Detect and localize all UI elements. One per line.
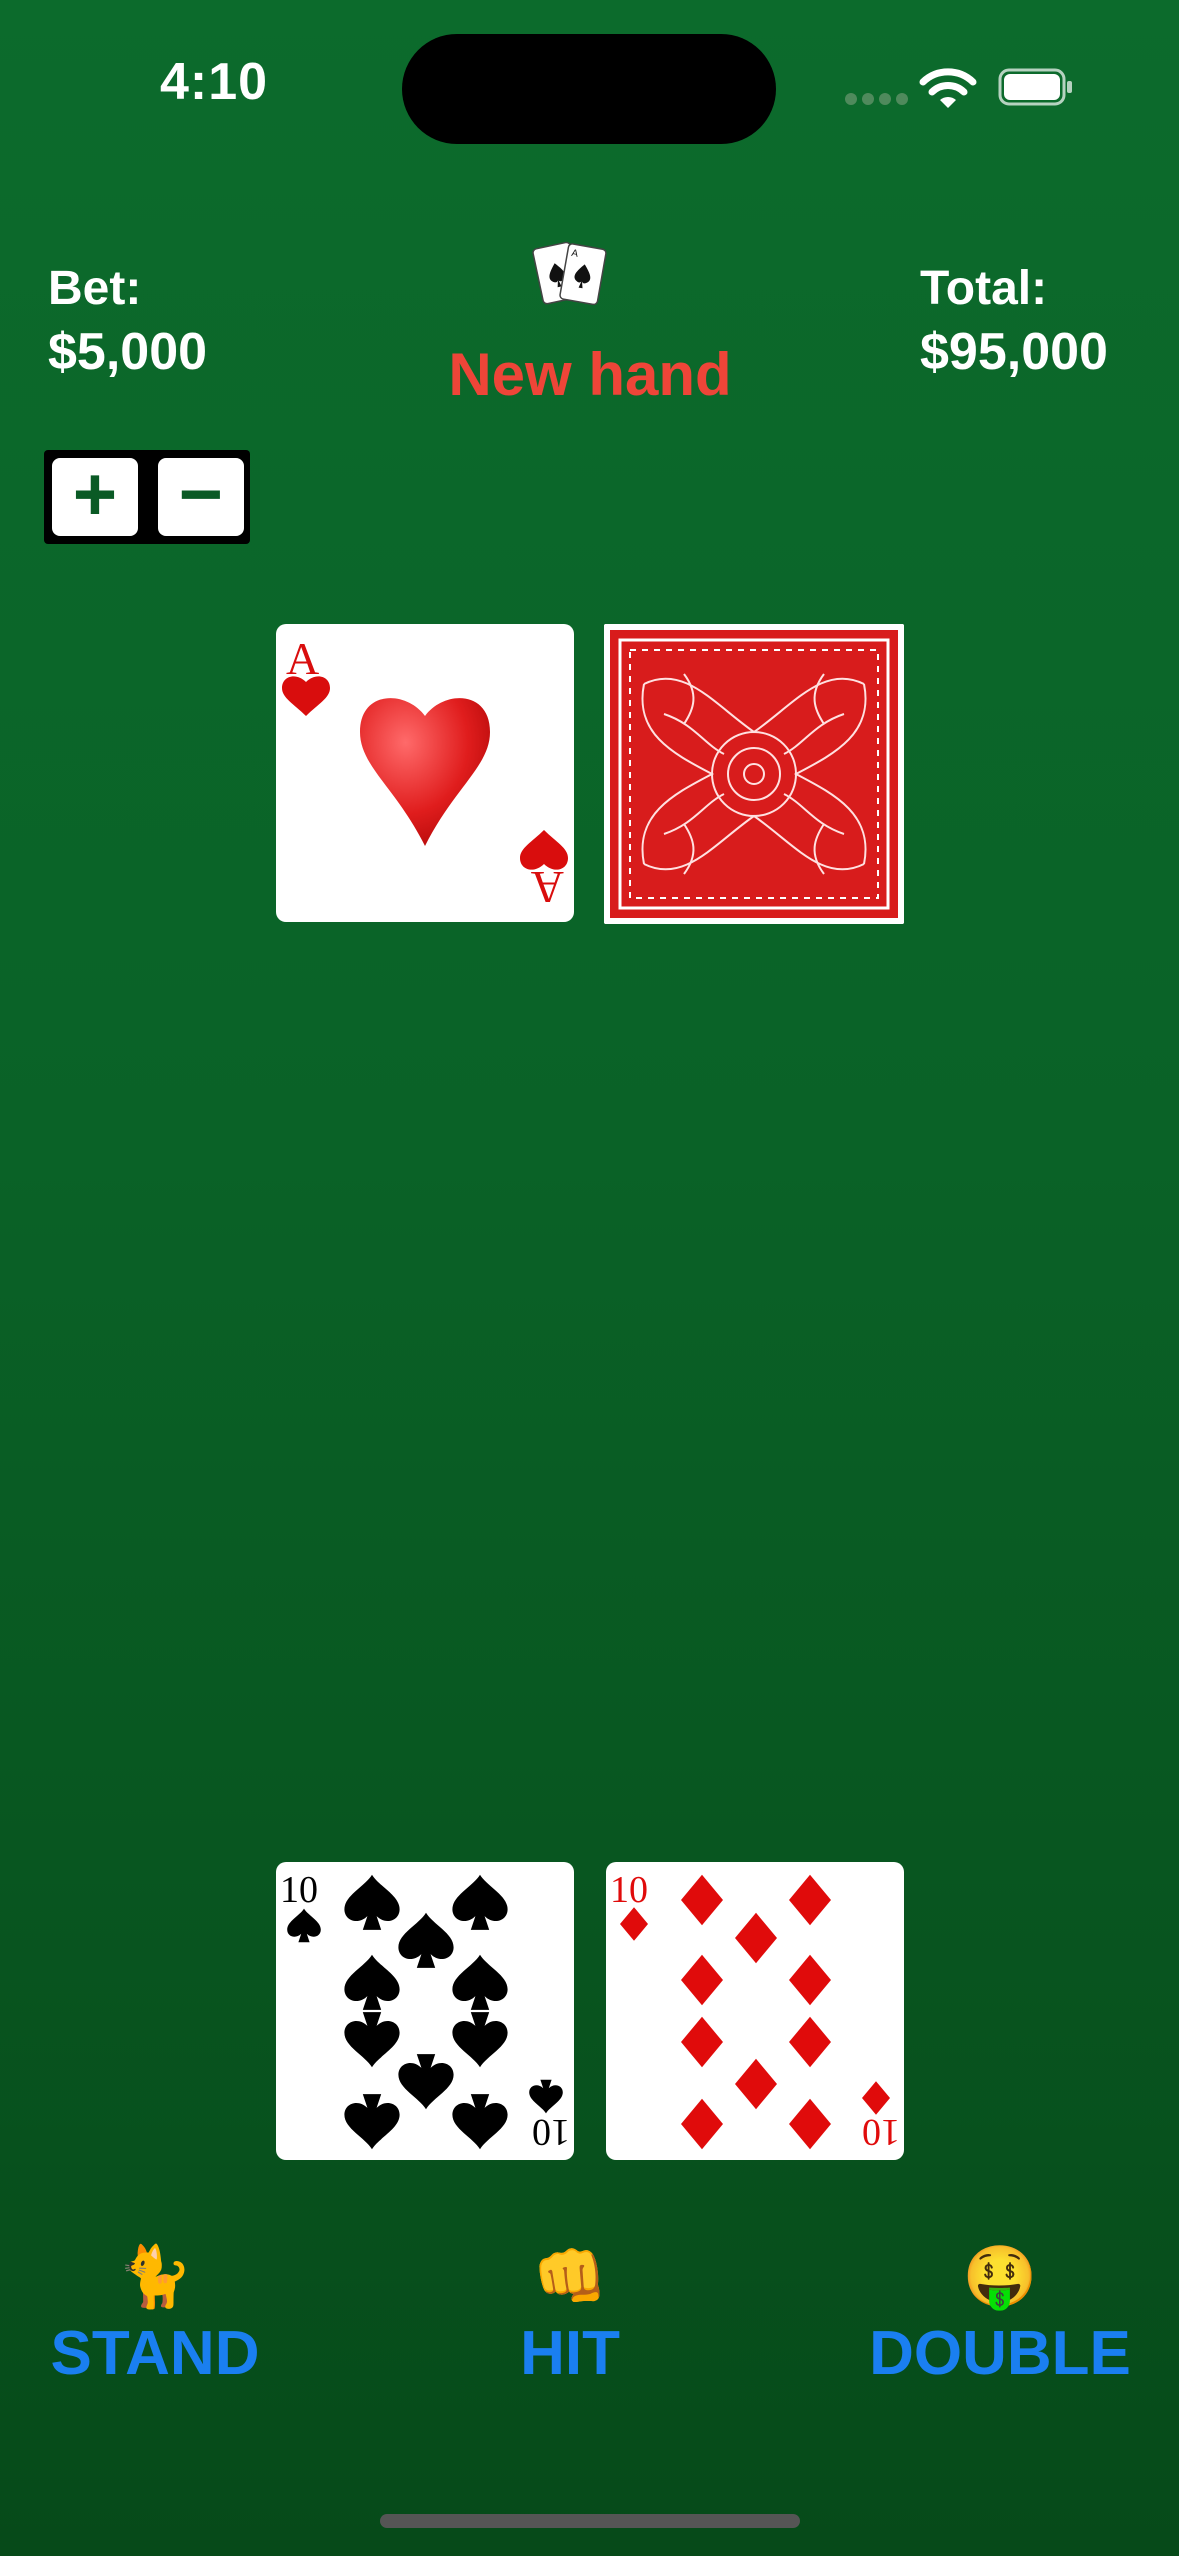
playing-cards-icon: A [532, 241, 607, 306]
hit-button[interactable]: 👊 HIT [470, 2242, 670, 2389]
stand-button[interactable]: 🐈 STAND [40, 2242, 270, 2389]
total-label: Total: [920, 262, 1048, 315]
battery-icon [998, 68, 1072, 106]
wifi-icon [919, 68, 977, 108]
home-indicator [380, 2514, 800, 2528]
hit-label: HIT [520, 2319, 620, 2388]
player-card-ten-of-diamonds: 10 10 [606, 1862, 904, 2160]
dynamic-island [402, 34, 776, 144]
decrease-bet-button[interactable]: − [158, 457, 244, 536]
double-label: DOUBLE [869, 2319, 1131, 2388]
svg-text:10: 10 [280, 1869, 318, 1911]
dealer-card-ace-of-hearts: A A [276, 624, 574, 922]
increase-bet-button[interactable]: + [52, 457, 138, 536]
svg-text:10: 10 [862, 2111, 900, 2153]
bet-value: $5,000 [48, 323, 208, 381]
game-status: New hand [448, 341, 732, 408]
player-card-ten-of-spades: 10 10 [276, 1862, 574, 2160]
cat-icon: 🐈 [117, 2243, 193, 2310]
fist-icon: 👊 [532, 2243, 608, 2310]
svg-text:10: 10 [610, 1869, 648, 1911]
total-value: $95,000 [920, 323, 1108, 381]
bet-label: Bet: [48, 262, 142, 315]
cellular-signal-icon [845, 92, 913, 110]
stand-label: STAND [50, 2319, 260, 2388]
svg-text:A: A [286, 633, 319, 684]
money-mouth-icon: 🤑 [962, 2243, 1038, 2310]
status-time: 4:10 [160, 53, 269, 111]
svg-text:10: 10 [532, 2111, 570, 2153]
bet-stepper: + − [44, 450, 250, 544]
double-button[interactable]: 🤑 DOUBLE [860, 2242, 1140, 2389]
dealer-card-face-down [604, 624, 904, 924]
svg-text:A: A [531, 862, 564, 913]
